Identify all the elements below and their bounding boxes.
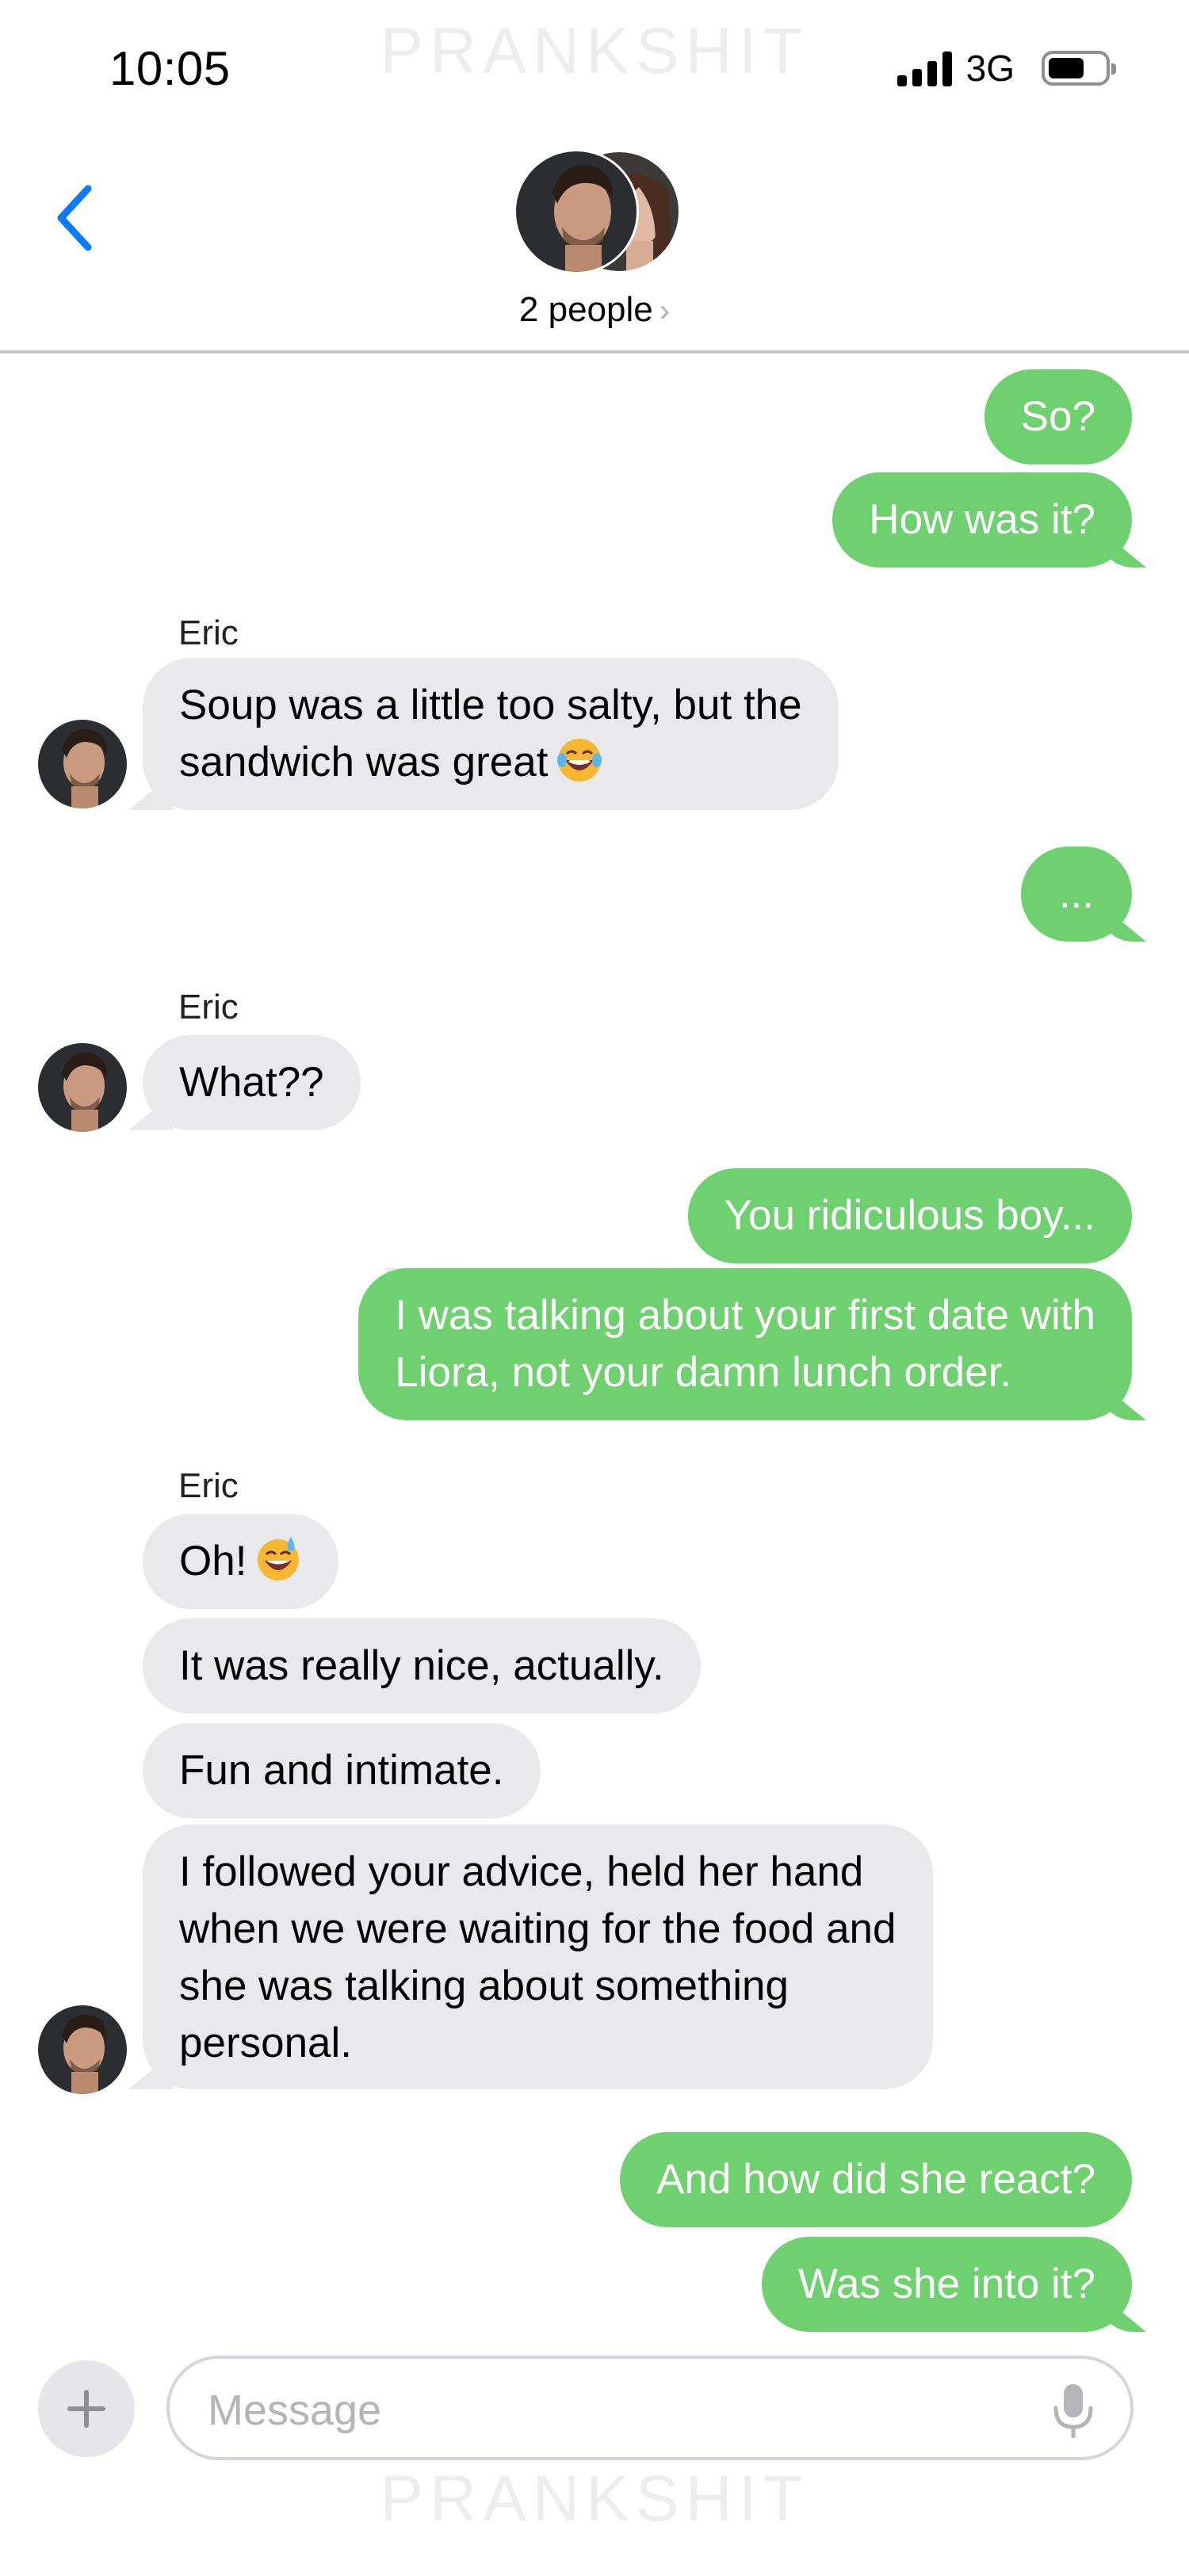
sender-name: Eric bbox=[178, 988, 239, 1026]
microphone-icon[interactable] bbox=[1049, 2383, 1097, 2438]
plus-icon bbox=[67, 2390, 105, 2428]
eric-avatar bbox=[514, 149, 639, 274]
chevron-right-icon: › bbox=[659, 293, 671, 328]
eric-avatar[interactable] bbox=[38, 2005, 127, 2094]
message-bubble-incoming[interactable]: Soup was a little too salty, but the san… bbox=[143, 658, 839, 810]
message-bubble-incoming[interactable]: It was really nice, actually. bbox=[143, 1619, 701, 1714]
message-bubble-incoming[interactable]: Oh! bbox=[143, 1514, 339, 1609]
status-indicators: 3G bbox=[897, 46, 1116, 90]
conversation-header: 2 people › bbox=[0, 135, 1189, 354]
group-avatar[interactable] bbox=[514, 149, 680, 276]
message-bubble-outgoing[interactable]: I was talking about your first date with… bbox=[358, 1268, 1132, 1420]
network-type: 3G bbox=[965, 48, 1015, 89]
sender-name: Eric bbox=[178, 1466, 239, 1505]
eric-avatar[interactable] bbox=[38, 1043, 127, 1132]
message-bubble-outgoing[interactable]: How was it? bbox=[832, 472, 1132, 568]
sender-name: Eric bbox=[178, 613, 239, 652]
message-bubble-outgoing[interactable]: ... bbox=[1020, 847, 1132, 942]
group-name-button[interactable]: 2 people › bbox=[0, 290, 1189, 330]
laughing-tears-emoji-icon bbox=[557, 739, 602, 782]
message-bubble-outgoing[interactable]: So? bbox=[984, 369, 1132, 464]
signal-icon bbox=[897, 50, 952, 86]
message-input[interactable] bbox=[208, 2383, 1000, 2438]
chevron-left-icon bbox=[57, 185, 92, 251]
eric-avatar[interactable] bbox=[38, 720, 127, 808]
battery-icon bbox=[1042, 51, 1116, 86]
message-composer bbox=[0, 2346, 1189, 2465]
watermark-bottom: PRANKSHIT bbox=[380, 2463, 809, 2535]
group-name-label: 2 people bbox=[518, 290, 653, 329]
message-bubble-incoming[interactable]: I followed your advice, held her hand wh… bbox=[143, 1825, 933, 2089]
message-bubble-outgoing[interactable]: And how did she react? bbox=[620, 2132, 1132, 2227]
message-bubble-incoming[interactable]: Fun and intimate. bbox=[143, 1723, 541, 1818]
status-time: 10:05 bbox=[109, 42, 231, 95]
message-bubble-outgoing[interactable]: You ridiculous boy... bbox=[687, 1168, 1132, 1263]
message-field[interactable] bbox=[166, 2356, 1134, 2460]
message-bubble-incoming[interactable]: What?? bbox=[143, 1035, 361, 1130]
message-bubble-outgoing[interactable]: Was she into it? bbox=[761, 2237, 1132, 2332]
back-button[interactable] bbox=[32, 159, 119, 277]
add-attachment-button[interactable] bbox=[38, 2360, 135, 2457]
sweat-smile-emoji-icon bbox=[258, 1537, 300, 1580]
status-bar: 10:05 3G bbox=[0, 0, 1189, 135]
